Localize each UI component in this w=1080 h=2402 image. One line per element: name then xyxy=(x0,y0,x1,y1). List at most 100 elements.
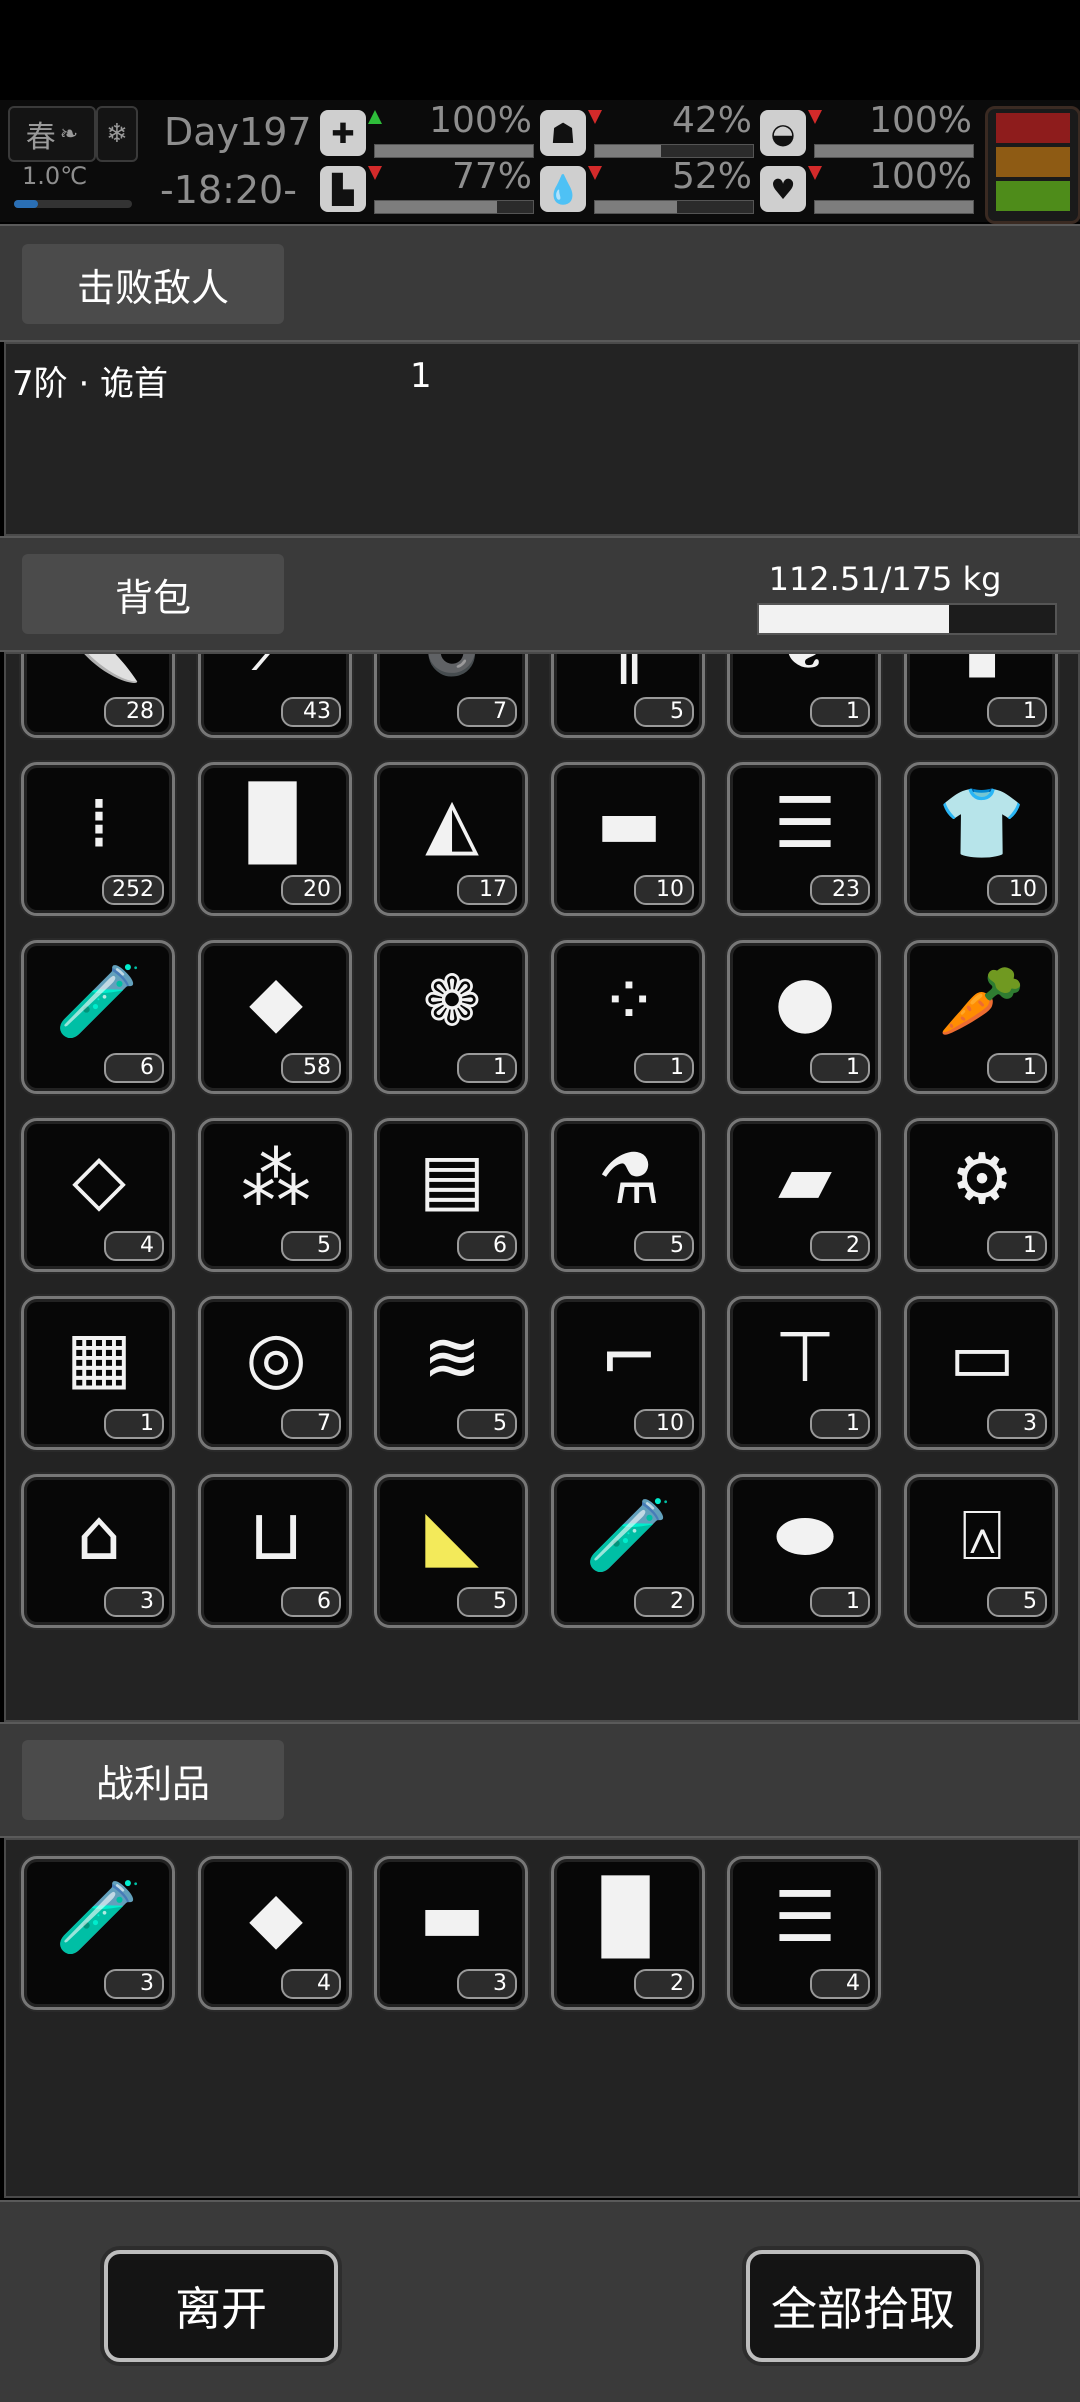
inventory-slot[interactable]: ❁ 1 xyxy=(374,940,528,1094)
leave-button[interactable]: 离开 xyxy=(104,2250,338,2362)
inventory-slot[interactable]: ⚙ 1 xyxy=(904,1118,1058,1272)
inventory-slot[interactable]: ⟋43 xyxy=(198,654,352,738)
towel-icon: ▬ xyxy=(418,1876,486,1958)
danger-orange xyxy=(996,147,1070,177)
carrots-icon: 🥕 xyxy=(938,959,1026,1042)
item-count: 7 xyxy=(457,697,517,727)
inventory-slot[interactable]: ◎ 7 xyxy=(198,1296,352,1450)
beans-icon: ⁘ xyxy=(599,960,659,1042)
scarf-icon: ▮ xyxy=(917,654,1047,695)
item-count: 6 xyxy=(104,1053,164,1083)
inventory-slot[interactable]: ▉ 20 xyxy=(198,762,352,916)
item-count: 1 xyxy=(104,1409,164,1439)
inventory-slot[interactable]: 🔪28 xyxy=(21,654,175,738)
inventory-slot[interactable]: ⚗ 5 xyxy=(551,1118,705,1272)
loot-tab[interactable]: 战利品 xyxy=(22,1740,284,1820)
loot-grid[interactable]: 🧪 3 ◆ 4 ▬ 3 ▉ 2 ☰ 4 xyxy=(4,1840,1076,2190)
item-count: 6 xyxy=(457,1231,517,1261)
stat-value: 100% xyxy=(869,100,972,141)
enemy-tab[interactable]: 击败敌人 xyxy=(22,244,284,324)
inventory-slot[interactable]: ▬ 10 xyxy=(551,762,705,916)
inventory-slot[interactable]: ▭ 3 xyxy=(904,1296,1058,1450)
item-count: 1 xyxy=(810,1053,870,1083)
item-count: 5 xyxy=(457,1409,517,1439)
bullets-icon: ⁞ xyxy=(87,782,111,864)
inventory-slot[interactable]: ▤ 6 xyxy=(374,1118,528,1272)
inventory-slot[interactable]: ▉ 2 xyxy=(551,1856,705,2010)
inventory-slot[interactable]: ➰7 xyxy=(374,654,528,738)
inventory-slot[interactable]: ◆ 58 xyxy=(198,940,352,1094)
inventory-slot[interactable]: ❦1 xyxy=(727,654,881,738)
trend-down-icon xyxy=(808,110,822,124)
inventory-slot[interactable]: ◣ 5 xyxy=(374,1474,528,1628)
inventory-slot[interactable]: ◇ 4 xyxy=(21,1118,175,1272)
season-label: 春 xyxy=(25,120,56,155)
inventory-slot[interactable]: ⬬ 1 xyxy=(727,1474,881,1628)
inventory-slot[interactable]: ☰ 4 xyxy=(727,1856,881,2010)
knife-icon: 🔪 xyxy=(34,654,164,695)
inventory-slot[interactable]: 🥕 1 xyxy=(904,940,1058,1094)
weight-bar xyxy=(757,603,1057,635)
inventory-slot[interactable]: ⁞ 252 xyxy=(21,762,175,916)
inventory-slot[interactable]: ∥5 xyxy=(551,654,705,738)
wires-icon: ≋ xyxy=(422,1316,482,1398)
trend-up-icon xyxy=(368,110,382,124)
item-count: 3 xyxy=(987,1409,1047,1439)
backpack-grid[interactable]: 🔪28⟋43➰7∥5❦1▮1⁞252▉20◭17▬10☰23👕10🧪6◆58❁1… xyxy=(4,654,1076,1716)
inventory-slot[interactable]: 👕 10 xyxy=(904,762,1058,916)
inventory-slot[interactable]: ☰ 23 xyxy=(727,762,881,916)
trend-down-icon xyxy=(368,166,382,180)
inventory-slot[interactable]: 🧪 2 xyxy=(551,1474,705,1628)
inventory-slot[interactable]: ▮1 xyxy=(904,654,1058,738)
item-count: 2 xyxy=(634,1587,694,1617)
trend-down-icon xyxy=(588,166,602,180)
stat-value: 42% xyxy=(671,100,752,141)
inventory-slot[interactable]: 🧪 6 xyxy=(21,940,175,1094)
item-count: 6 xyxy=(281,1587,341,1617)
cash-icon: ▭ xyxy=(948,1316,1016,1398)
inventory-slot[interactable]: ⌐ 10 xyxy=(551,1296,705,1450)
inventory-slot[interactable]: ≋ 5 xyxy=(374,1296,528,1450)
item-count: 4 xyxy=(810,1969,870,1999)
trend-down-icon xyxy=(808,166,822,180)
inventory-slot[interactable]: ⁘ 1 xyxy=(551,940,705,1094)
stat-bar xyxy=(374,200,534,214)
danger-red xyxy=(996,113,1070,143)
inventory-slot[interactable]: ▬ 3 xyxy=(374,1856,528,2010)
inventory-slot[interactable]: ◆ 4 xyxy=(198,1856,352,2010)
take-all-button[interactable]: 全部拾取 xyxy=(746,2250,980,2362)
inventory-slot[interactable]: ⁂ 5 xyxy=(198,1118,352,1272)
item-count: 1 xyxy=(987,1053,1047,1083)
item-count: 1 xyxy=(457,1053,517,1083)
item-count: 58 xyxy=(281,1053,341,1083)
inventory-slot[interactable]: ⍓ 5 xyxy=(904,1474,1058,1628)
inventory-slot[interactable]: ◭ 17 xyxy=(374,762,528,916)
inventory-slot[interactable]: ⊔ 6 xyxy=(198,1474,352,1628)
screwdriver-icon: ⟋ xyxy=(211,654,341,695)
item-count: 1 xyxy=(810,1409,870,1439)
snowflake-icon: ❄ xyxy=(106,119,128,149)
weight-bar-fill xyxy=(759,605,950,633)
enemy-name: 7阶 · 诡首 xyxy=(12,364,169,404)
inventory-slot[interactable]: ⌂ 3 xyxy=(21,1474,175,1628)
backpack-tab[interactable]: 背包 xyxy=(22,554,284,634)
inventory-slot[interactable]: ▦ 1 xyxy=(21,1296,175,1450)
inventory-slot[interactable]: 🧪 3 xyxy=(21,1856,175,2010)
folded-clothes-icon: ☰ xyxy=(773,782,837,864)
danger-green xyxy=(996,181,1070,211)
inventory-slot[interactable]: ▰ 2 xyxy=(727,1118,881,1272)
trend-down-icon xyxy=(588,110,602,124)
bottle-icon: ⌂ xyxy=(76,1494,122,1576)
danger-indicator xyxy=(985,106,1080,224)
tattered-shirt-icon: 👕 xyxy=(938,781,1026,864)
leaf-icon: ❧ xyxy=(59,121,79,147)
item-count: 1 xyxy=(987,1231,1047,1261)
day-counter: Day197 xyxy=(164,110,312,154)
egg-icon: ● xyxy=(774,960,836,1042)
inventory-slot[interactable]: ⊤ 1 xyxy=(727,1296,881,1450)
rubble-icon: ⁂ xyxy=(241,1138,311,1220)
stat-bar xyxy=(814,200,974,214)
paper-roll-icon: ◎ xyxy=(245,1316,307,1398)
inventory-slot[interactable]: ● 1 xyxy=(727,940,881,1094)
item-count: 5 xyxy=(634,697,694,727)
